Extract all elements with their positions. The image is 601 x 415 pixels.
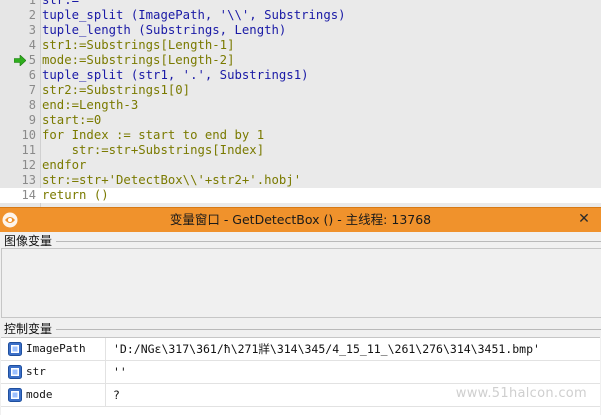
line-number: 9 (28, 113, 36, 127)
code-line[interactable]: 6 tuple_split (str1, '.', Substrings1) (0, 68, 601, 83)
code-line[interactable]: 2 tuple_split (ImagePath, '\\', Substring… (0, 8, 601, 23)
control-variable-row[interactable]: ImagePath 'D:/NGε\317\361/ħ\271牂\314\345… (1, 338, 600, 361)
image-variables-label: 图像变量 (4, 234, 53, 248)
image-variables-panel[interactable] (1, 248, 601, 318)
control-variables-label: 控制变量 (4, 322, 53, 336)
code-line[interactable]: 13 str:=str+'DetectBox\\'+str2+'.hobj' (0, 173, 601, 188)
line-number: 1 (28, 0, 36, 7)
control-variables-panel[interactable]: ImagePath 'D:/NGε\317\361/ħ\271牂\314\345… (1, 337, 600, 415)
code-line[interactable]: 5 mode:=Substrings[Length-2] (0, 53, 601, 68)
line-number: 14 (21, 188, 36, 202)
watermark: www.51halcon.com (455, 386, 587, 401)
code-text: str:='' (42, 0, 94, 7)
control-variable-icon (8, 388, 22, 402)
code-line[interactable]: 7 str2:=Substrings1[0] (0, 83, 601, 98)
variable-value: '' (113, 365, 127, 379)
control-variables-divider (56, 329, 601, 330)
code-text: str1:=Substrings[Length-1] (42, 38, 235, 52)
code-text: tuple_split (str1, '.', Substrings1) (42, 68, 309, 82)
variable-name: ImagePath (26, 342, 86, 355)
line-number: 3 (28, 23, 36, 37)
variable-value: ? (113, 388, 120, 402)
variable-value: 'D:/NGε\317\361/ħ\271牂\314\345/4_15_11_\… (113, 342, 540, 356)
variable-name: mode (26, 388, 53, 401)
line-number: 5 (28, 53, 36, 67)
code-text: str:=str+Substrings[Index] (42, 143, 265, 157)
code-text: start:=0 (42, 113, 102, 127)
code-text: end:=Length-3 (42, 98, 139, 112)
variable-name-cell: mode (1, 384, 106, 406)
code-line[interactable]: 11 str:=str+Substrings[Index] (0, 143, 601, 158)
code-text: tuple_length (Substrings, Length) (42, 23, 287, 37)
code-text: str2:=Substrings1[0] (42, 83, 191, 97)
variable-name-cell: ImagePath (1, 338, 106, 360)
code-text: return () (42, 188, 109, 202)
variable-name: str (26, 365, 46, 378)
code-editor[interactable]: 1 str:='' 2 tuple_split (ImagePath, '\\', S… (0, 0, 601, 207)
code-text: str:=str+'DetectBox\\'+str2+'.hobj' (42, 173, 302, 187)
code-line[interactable]: 8 end:=Length-3 (0, 98, 601, 113)
variable-window-title: 变量窗口 - GetDetectBox () - 主线程: 13768 (169, 212, 432, 227)
code-text: tuple_split (ImagePath, '\\', Substrings… (42, 8, 346, 22)
code-line[interactable]: 9 start:=0 (0, 113, 601, 128)
code-line[interactable]: 3 tuple_length (Substrings, Length) (0, 23, 601, 38)
line-number: 11 (21, 143, 36, 157)
code-line[interactable]: 4 str1:=Substrings[Length-1] (0, 38, 601, 53)
code-line[interactable]: 1 str:='' (0, 0, 601, 8)
line-number: 4 (28, 38, 36, 52)
line-number: 12 (21, 158, 36, 172)
line-number: 13 (21, 173, 36, 187)
close-icon[interactable]: ✕ (577, 212, 591, 226)
control-variable-row[interactable]: str '' (1, 361, 600, 384)
line-number: 7 (28, 83, 36, 97)
control-variable-icon (8, 342, 22, 356)
variable-name-cell: str (1, 361, 106, 383)
line-number: 2 (28, 8, 36, 22)
code-text: mode:=Substrings[Length-2] (42, 53, 235, 67)
line-number: 6 (28, 68, 36, 82)
line-number: 8 (28, 98, 36, 112)
line-number: 10 (21, 128, 36, 142)
code-line[interactable]: 10 for Index := start to end by 1 (0, 128, 601, 143)
variable-window-titlebar[interactable]: 变量窗口 - GetDetectBox () - 主线程: 13768 ✕ (0, 207, 601, 232)
code-line[interactable]: 14 return () (0, 188, 601, 203)
control-variable-icon (8, 365, 22, 379)
code-text: endfor (42, 158, 87, 172)
code-line[interactable]: 12 endfor (0, 158, 601, 173)
image-variables-divider (56, 241, 601, 242)
code-text: for Index := start to end by 1 (42, 128, 265, 142)
